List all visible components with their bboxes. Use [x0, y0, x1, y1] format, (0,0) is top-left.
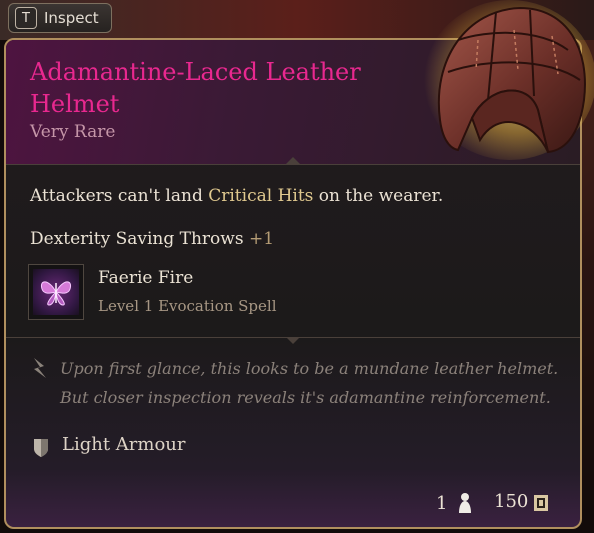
save-bonus-value: +1 [248, 229, 275, 249]
item-rarity: Very Rare [30, 122, 116, 142]
weight-icon [456, 491, 474, 519]
divider-notch [286, 337, 300, 344]
item-value: 150 [494, 491, 529, 512]
item-helmet-icon [418, 0, 594, 168]
inspect-button[interactable]: T Inspect [8, 3, 112, 33]
divider-notch [286, 157, 300, 164]
gold-coin-icon [532, 493, 550, 517]
crit-text-post: on the wearer. [313, 186, 444, 206]
shield-icon [32, 437, 50, 463]
quill-icon [30, 356, 50, 384]
armour-type: Light Armour [62, 434, 186, 455]
inspect-label: Inspect [44, 9, 99, 27]
keybind-icon: T [15, 7, 37, 29]
dex-save-bonus: Dexterity Saving Throws +1 [30, 229, 274, 249]
butterfly-spell-icon [33, 269, 79, 315]
spell-slot[interactable] [28, 264, 84, 320]
spell-level: Level 1 Evocation Spell [98, 297, 277, 315]
crit-immunity-text: Attackers can't land Critical Hits on th… [30, 186, 443, 206]
item-quantity: 1 [436, 493, 448, 514]
flavor-text: Upon first glance, this looks to be a mu… [60, 359, 559, 407]
item-name: Adamantine-Laced Leather Helmet [30, 58, 361, 118]
save-label: Dexterity Saving Throws [30, 229, 244, 249]
spell-name: Faerie Fire [98, 268, 194, 288]
crit-text-pre: Attackers can't land [30, 186, 209, 206]
critical-hits-keyword[interactable]: Critical Hits [208, 186, 313, 206]
